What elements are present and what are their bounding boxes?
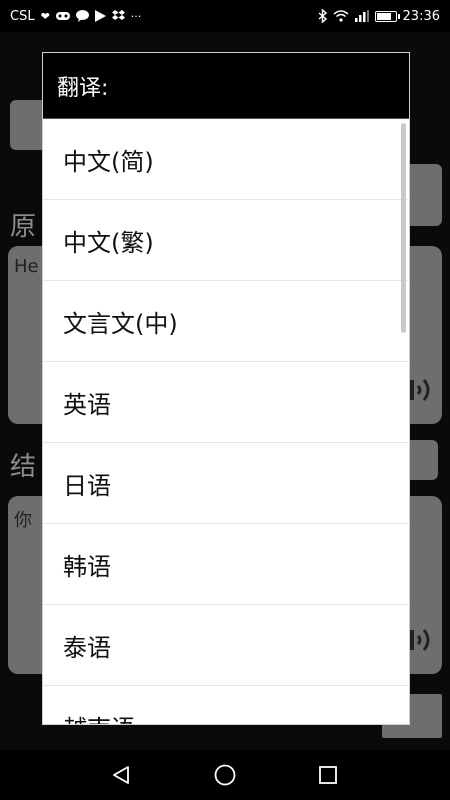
gamepad-icon xyxy=(55,11,70,21)
back-icon xyxy=(112,766,129,784)
heart-icon: ❤ xyxy=(40,9,50,23)
dialog-title: 翻译: xyxy=(43,53,409,119)
carrier-label: CSL xyxy=(10,8,35,24)
source-text: He xyxy=(14,256,39,277)
status-time: 23:36 xyxy=(402,8,440,24)
bluetooth-icon xyxy=(318,9,327,23)
status-bar: CSL ❤ ··· 23:36 xyxy=(0,0,450,32)
source-label: 原 xyxy=(10,212,37,242)
status-left: CSL ❤ ··· xyxy=(10,9,141,24)
language-option[interactable]: 泰语 xyxy=(43,605,409,686)
wifi-icon xyxy=(333,10,349,22)
result-label: 结 xyxy=(10,452,37,482)
signal-icon xyxy=(354,10,369,22)
language-option[interactable]: 韩语 xyxy=(43,524,409,605)
language-option[interactable]: 中文(简) xyxy=(43,119,409,200)
chat-bubble-icon xyxy=(75,10,89,22)
language-option-list[interactable]: 中文(简) 中文(繁) 文言文(中) 英语 日语 韩语 泰语 越南语 xyxy=(43,119,409,725)
language-option[interactable]: 文言文(中) xyxy=(43,281,409,362)
language-option[interactable]: 日语 xyxy=(43,443,409,524)
language-option[interactable]: 英语 xyxy=(43,362,409,443)
recents-icon xyxy=(319,766,338,784)
more-notifications-icon: ··· xyxy=(130,9,142,23)
navigation-bar xyxy=(0,750,450,800)
home-icon xyxy=(214,764,236,786)
play-icon xyxy=(94,10,106,22)
language-option[interactable]: 中文(繁) xyxy=(43,200,409,281)
dialog-scrollbar[interactable] xyxy=(401,123,406,333)
language-dialog: 翻译: 中文(简) 中文(繁) 文言文(中) 英语 日语 韩语 泰语 越南语 xyxy=(42,52,410,725)
home-button[interactable] xyxy=(210,760,240,790)
status-right: 23:36 xyxy=(318,9,440,24)
dropbox-icon xyxy=(111,10,125,22)
language-option[interactable]: 越南语 xyxy=(43,686,409,725)
result-text: 你 xyxy=(14,510,32,531)
battery-icon xyxy=(374,10,400,22)
recents-button[interactable] xyxy=(313,760,343,790)
back-button[interactable] xyxy=(107,760,137,790)
